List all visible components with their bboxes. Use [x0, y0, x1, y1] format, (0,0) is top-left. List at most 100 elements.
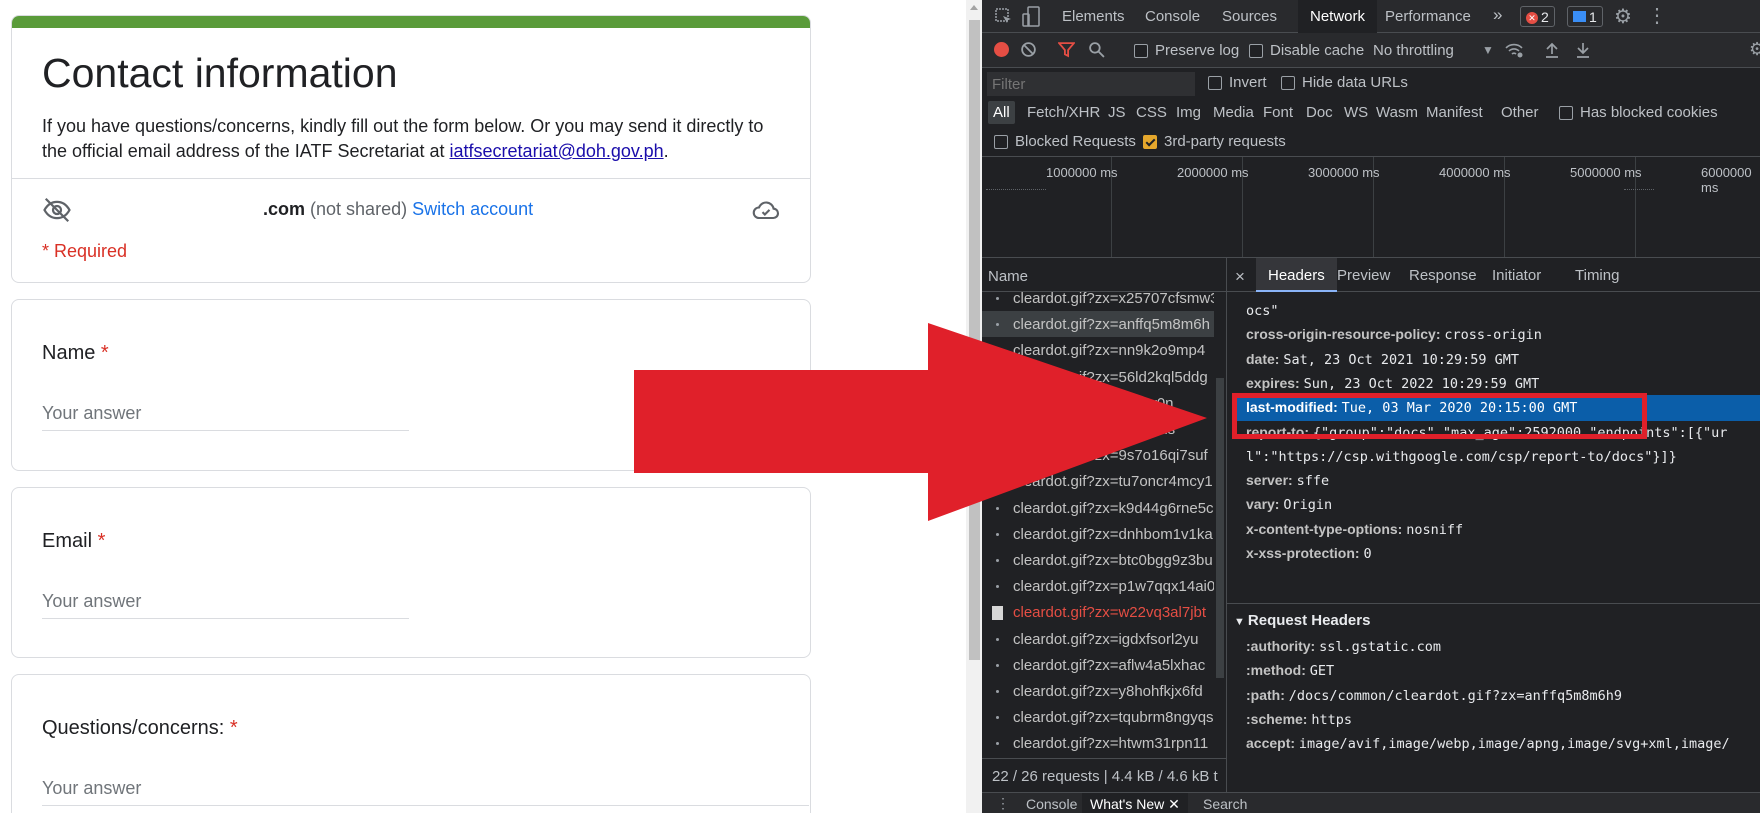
email-input[interactable]: Your answer	[42, 591, 409, 619]
header-row[interactable]: vary: Origin	[1246, 496, 1332, 513]
request-headers-title[interactable]: ▼ Request Headers	[1234, 612, 1370, 629]
scroll-up-arrow-icon[interactable]	[970, 5, 978, 10]
hide-data-urls-checkbox[interactable]	[1281, 76, 1295, 90]
request-header-row[interactable]: :authority: ssl.gstatic.com	[1246, 638, 1441, 655]
request-row[interactable]: cleardot.gif?zx=k9d44g6rne5c	[982, 495, 1214, 521]
request-row[interactable]: cleardot.gif?zx=gsl3w0n	[982, 390, 1214, 416]
request-row[interactable]: cleardot.gif?zx=nn9k2o9mp4	[982, 337, 1214, 363]
request-row[interactable]: cleardot.gif?zx=r5dwuds	[982, 416, 1214, 442]
clear-icon[interactable]	[1020, 41, 1037, 58]
request-row[interactable]: cleardot.gif?zx=p1w7qqx14ai0	[982, 573, 1214, 599]
message-badge[interactable]: 1	[1567, 6, 1603, 27]
type-filter-fetch[interactable]: Fetch/XHR	[1027, 104, 1100, 121]
settings-gear-icon[interactable]: ⚙	[1614, 4, 1632, 29]
tab-headers[interactable]: Headers	[1256, 258, 1337, 292]
close-icon[interactable]: ✕	[1168, 796, 1180, 812]
type-filter-font[interactable]: Font	[1263, 104, 1293, 121]
tab-sources[interactable]: Sources	[1222, 8, 1277, 25]
disable-cache-checkbox[interactable]	[1249, 44, 1263, 58]
request-row[interactable]: cleardot.gif?zx=btc0bgg9z3bu	[982, 547, 1214, 573]
close-detail-icon[interactable]: ×	[1235, 267, 1245, 287]
type-filter-manifest[interactable]: Manifest	[1426, 104, 1483, 121]
scrollbar-thumb[interactable]	[1216, 378, 1224, 678]
import-har-icon[interactable]	[1544, 41, 1560, 58]
type-filter-img[interactable]: Img	[1176, 104, 1201, 121]
device-toolbar-icon[interactable]	[1022, 6, 1042, 28]
tab-performance[interactable]: Performance	[1385, 8, 1471, 25]
header-row[interactable]: x-content-type-options: nosniff	[1246, 521, 1463, 538]
header-key: date:	[1246, 350, 1280, 367]
request-row[interactable]: cleardot.gif?zx=tqubrm8ngyqs	[982, 704, 1214, 730]
request-row[interactable]: cleardot.gif?zx=9s7o16qi7suf	[982, 442, 1214, 468]
request-row[interactable]: cleardot.gif?zx=aflw4a5lxhac	[982, 652, 1214, 678]
blocked-requests-checkbox[interactable]	[994, 135, 1008, 149]
filter-icon[interactable]	[1058, 41, 1075, 58]
network-conditions-icon[interactable]	[1504, 41, 1524, 59]
chevron-down-icon[interactable]: ▼	[1482, 43, 1494, 57]
concerns-input[interactable]: Your answer	[42, 778, 809, 806]
drawer-tab-whats-new[interactable]: What's New ✕	[1082, 793, 1188, 813]
request-row[interactable]: cleardot.gif?zx=x25707cfsmw3	[982, 285, 1214, 311]
type-filter-all[interactable]: All	[988, 101, 1015, 124]
filter-input[interactable]	[987, 72, 1195, 96]
tab-network[interactable]: Network	[1298, 0, 1378, 33]
preserve-log-checkbox[interactable]	[1134, 44, 1148, 58]
tab-timing[interactable]: Timing	[1575, 267, 1619, 284]
search-icon[interactable]	[1088, 41, 1105, 58]
header-row[interactable]: ocs"	[1246, 302, 1279, 319]
header-row[interactable]: server: sffe	[1246, 472, 1329, 489]
switch-account-link[interactable]: Switch account	[412, 199, 533, 219]
request-header-row[interactable]: :path: /docs/common/cleardot.gif?zx=anff…	[1246, 687, 1622, 704]
page-scrollbar[interactable]	[966, 0, 982, 813]
type-filter-js[interactable]: JS	[1108, 104, 1126, 121]
type-filter-doc[interactable]: Doc	[1306, 104, 1333, 121]
network-settings-gear-icon[interactable]: ⚙	[1749, 39, 1760, 60]
request-row[interactable]: cleardot.gif?zx=dnhbom1v1ka	[982, 521, 1214, 547]
error-badge[interactable]: ✕ 2	[1520, 6, 1555, 27]
request-row[interactable]: cleardot.gif?zx=56ld2kql5ddg	[982, 364, 1214, 390]
drawer-menu-icon[interactable]: ⋮	[996, 795, 1010, 812]
header-row[interactable]: l":"https://csp.withgoogle.com/csp/repor…	[1246, 448, 1677, 465]
third-party-checkbox[interactable]	[1143, 135, 1157, 149]
inspect-element-icon[interactable]	[994, 7, 1014, 27]
request-row[interactable]: cleardot.gif?zx=igdxfsorl2yu	[982, 626, 1214, 652]
type-filter-other[interactable]: Other	[1501, 104, 1539, 121]
tab-console[interactable]: Console	[1145, 8, 1200, 25]
name-input[interactable]: Your answer	[42, 403, 409, 431]
tab-response[interactable]: Response	[1409, 267, 1477, 284]
invert-checkbox[interactable]	[1208, 76, 1222, 90]
tab-elements[interactable]: Elements	[1062, 8, 1125, 25]
type-filter-wasm[interactable]: Wasm	[1376, 104, 1418, 121]
request-header-row[interactable]: :method: GET	[1246, 662, 1334, 679]
header-row[interactable]: expires: Sun, 23 Oct 2022 10:29:59 GMT	[1246, 375, 1539, 392]
request-header-row[interactable]: accept: image/avif,image/webp,image/apng…	[1246, 735, 1730, 752]
record-icon[interactable]	[994, 42, 1009, 57]
request-list-scrollbar[interactable]	[1214, 319, 1226, 753]
tab-initiator[interactable]: Initiator	[1492, 267, 1541, 284]
request-row[interactable]: cleardot.gif?zx=w22vq3al7jbt	[982, 599, 1214, 625]
has-blocked-cookies-checkbox[interactable]	[1559, 106, 1573, 120]
request-dot-icon	[996, 663, 999, 667]
export-har-icon[interactable]	[1575, 41, 1591, 58]
tab-preview[interactable]: Preview	[1337, 267, 1390, 284]
request-row[interactable]: cleardot.gif?zx=y8hohfkjx6fd	[982, 678, 1214, 704]
header-row[interactable]: x-xss-protection: 0	[1246, 545, 1372, 562]
header-row[interactable]: cross-origin-resource-policy: cross-orig…	[1246, 326, 1542, 343]
type-filter-ws[interactable]: WS	[1344, 104, 1368, 121]
request-row[interactable]: cleardot.gif?zx=htwm31rpn11	[982, 730, 1214, 756]
type-filter-media[interactable]: Media	[1213, 104, 1254, 121]
header-row[interactable]: date: Sat, 23 Oct 2021 10:29:59 GMT	[1246, 351, 1519, 368]
scrollbar-thumb[interactable]	[969, 20, 980, 660]
request-row[interactable]: cleardot.gif?zx=tu7oncr4mcy1	[982, 468, 1214, 494]
drawer-tab-search[interactable]: Search	[1203, 796, 1247, 812]
more-tabs-icon[interactable]: »	[1493, 5, 1502, 25]
request-row[interactable]: cleardot.gif?zx=anffq5m8m6h	[982, 311, 1214, 338]
throttling-select[interactable]: No throttling	[1373, 42, 1454, 59]
secretariat-email-link[interactable]: iatfsecretariat@doh.gov.ph	[450, 141, 664, 161]
drawer-tab-console[interactable]: Console	[1026, 796, 1077, 812]
request-header-row[interactable]: :scheme: https	[1246, 711, 1352, 728]
cloud-saved-icon	[752, 201, 779, 220]
network-overview-timeline[interactable]: 1000000 ms 2000000 ms 3000000 ms 4000000…	[982, 157, 1760, 258]
type-filter-css[interactable]: CSS	[1136, 104, 1167, 121]
kebab-menu-icon[interactable]: ⋮	[1647, 3, 1667, 28]
